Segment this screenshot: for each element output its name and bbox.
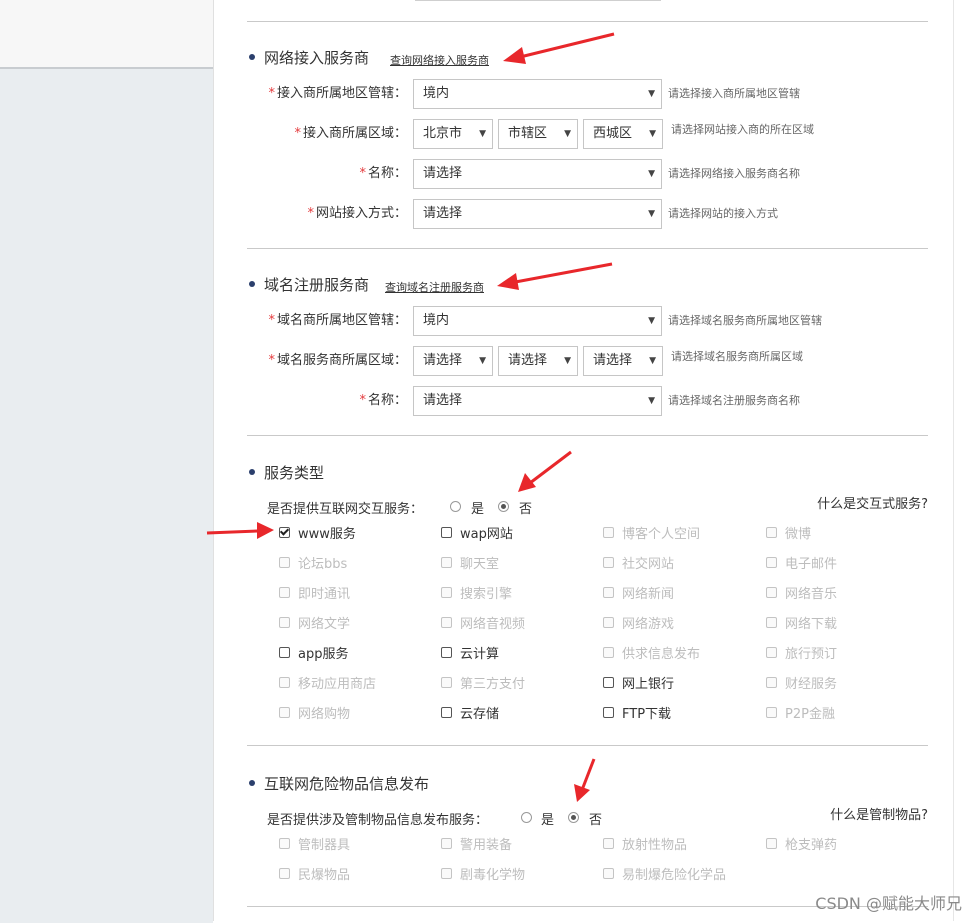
- red-annotation-arrow-icon: [574, 758, 596, 802]
- red-annotation-arrow-icon: [206, 522, 274, 539]
- csdn-watermark: CSDN @赋能大师兄: [815, 894, 962, 913]
- red-annotation-arrow-icon: [503, 32, 615, 64]
- red-annotation-arrow-icon: [518, 450, 572, 492]
- annotation-arrows: [206, 32, 615, 802]
- red-annotation-arrow-icon: [497, 262, 613, 290]
